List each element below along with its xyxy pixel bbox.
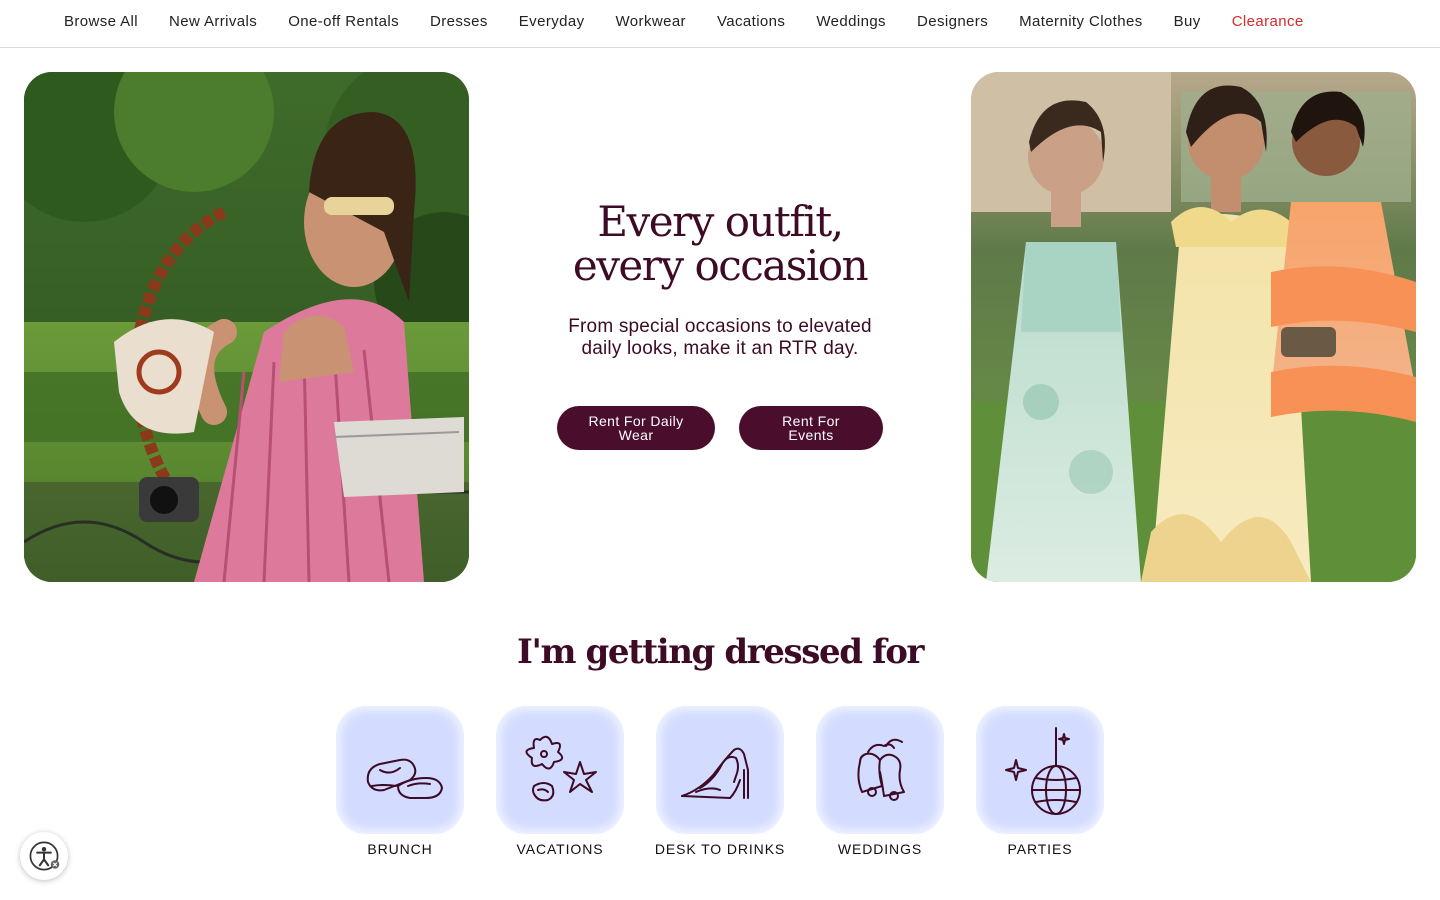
hero-subtitle: From special occasions to elevated daily… [568, 316, 872, 359]
occasion-label: WEDDINGS [837, 841, 923, 857]
nav-item-designers[interactable]: Designers [917, 12, 988, 32]
nav-item-clearance[interactable]: Clearance [1232, 12, 1304, 32]
nav-item-one-off-rentals[interactable]: One-off Rentals [288, 12, 399, 32]
occasion-tile [496, 706, 624, 834]
occasions-title: I'm getting dressed for [516, 632, 924, 672]
occasion-label: PARTIES [1007, 841, 1073, 857]
occasion-label: BRUNCH [367, 841, 433, 857]
nav-item-buy[interactable]: Buy [1174, 12, 1201, 32]
disco-ball-icon [1005, 727, 1081, 815]
nav-item-everyday[interactable]: Everyday [519, 12, 585, 32]
hero-image-daily-wear[interactable] [24, 72, 469, 582]
hero-buttons: Rent For Daily Wear Rent For Events [557, 406, 883, 450]
accessibility-button[interactable] [20, 832, 68, 880]
top-navigation: Browse All New Arrivals One-off Rentals … [0, 0, 1440, 48]
nav-item-maternity-clothes[interactable]: Maternity Clothes [1019, 12, 1143, 32]
occasion-label: VACATIONS [516, 841, 604, 857]
nav-item-browse-all[interactable]: Browse All [64, 12, 138, 32]
nav-item-weddings[interactable]: Weddings [816, 12, 886, 32]
high-heels-icon [681, 747, 749, 799]
nav-item-dresses[interactable]: Dresses [430, 12, 488, 32]
rent-daily-wear-button[interactable]: Rent For Daily Wear [557, 406, 715, 450]
three-women-in-gowns-photo [971, 72, 1416, 582]
hero-copy: Every outfit, every occasion From specia… [540, 197, 900, 450]
hero-image-events[interactable] [971, 72, 1416, 582]
accessibility-icon [29, 841, 60, 871]
woman-in-pink-dress-photo [24, 72, 469, 582]
nav-menu: Browse All New Arrivals One-off Rentals … [64, 12, 1304, 32]
occasion-parties[interactable]: PARTIES [976, 706, 1104, 858]
nav-item-vacations[interactable]: Vacations [717, 12, 785, 32]
hibiscus-starfish-icon [525, 735, 597, 802]
occasion-desk-to-drinks[interactable]: DESK TO DRINKS [655, 706, 784, 858]
occasion-tile [336, 706, 464, 834]
occasion-brunch[interactable]: BRUNCH [336, 706, 464, 858]
wedding-bells-icon [857, 738, 905, 801]
occasion-tile [976, 706, 1104, 834]
rent-for-events-button[interactable]: Rent For Events [739, 406, 883, 450]
occasion-vacations[interactable]: VACATIONS [496, 706, 624, 858]
occasion-tile [656, 706, 784, 834]
nav-item-new-arrivals[interactable]: New Arrivals [169, 12, 257, 32]
nav-item-workwear[interactable]: Workwear [616, 12, 686, 32]
loafers-icon [366, 758, 443, 799]
hero-title: Every outfit, every occasion [572, 197, 869, 290]
occasion-weddings[interactable]: WEDDINGS [816, 706, 944, 858]
occasion-label: DESK TO DRINKS [654, 841, 786, 857]
occasion-tile [816, 706, 944, 834]
